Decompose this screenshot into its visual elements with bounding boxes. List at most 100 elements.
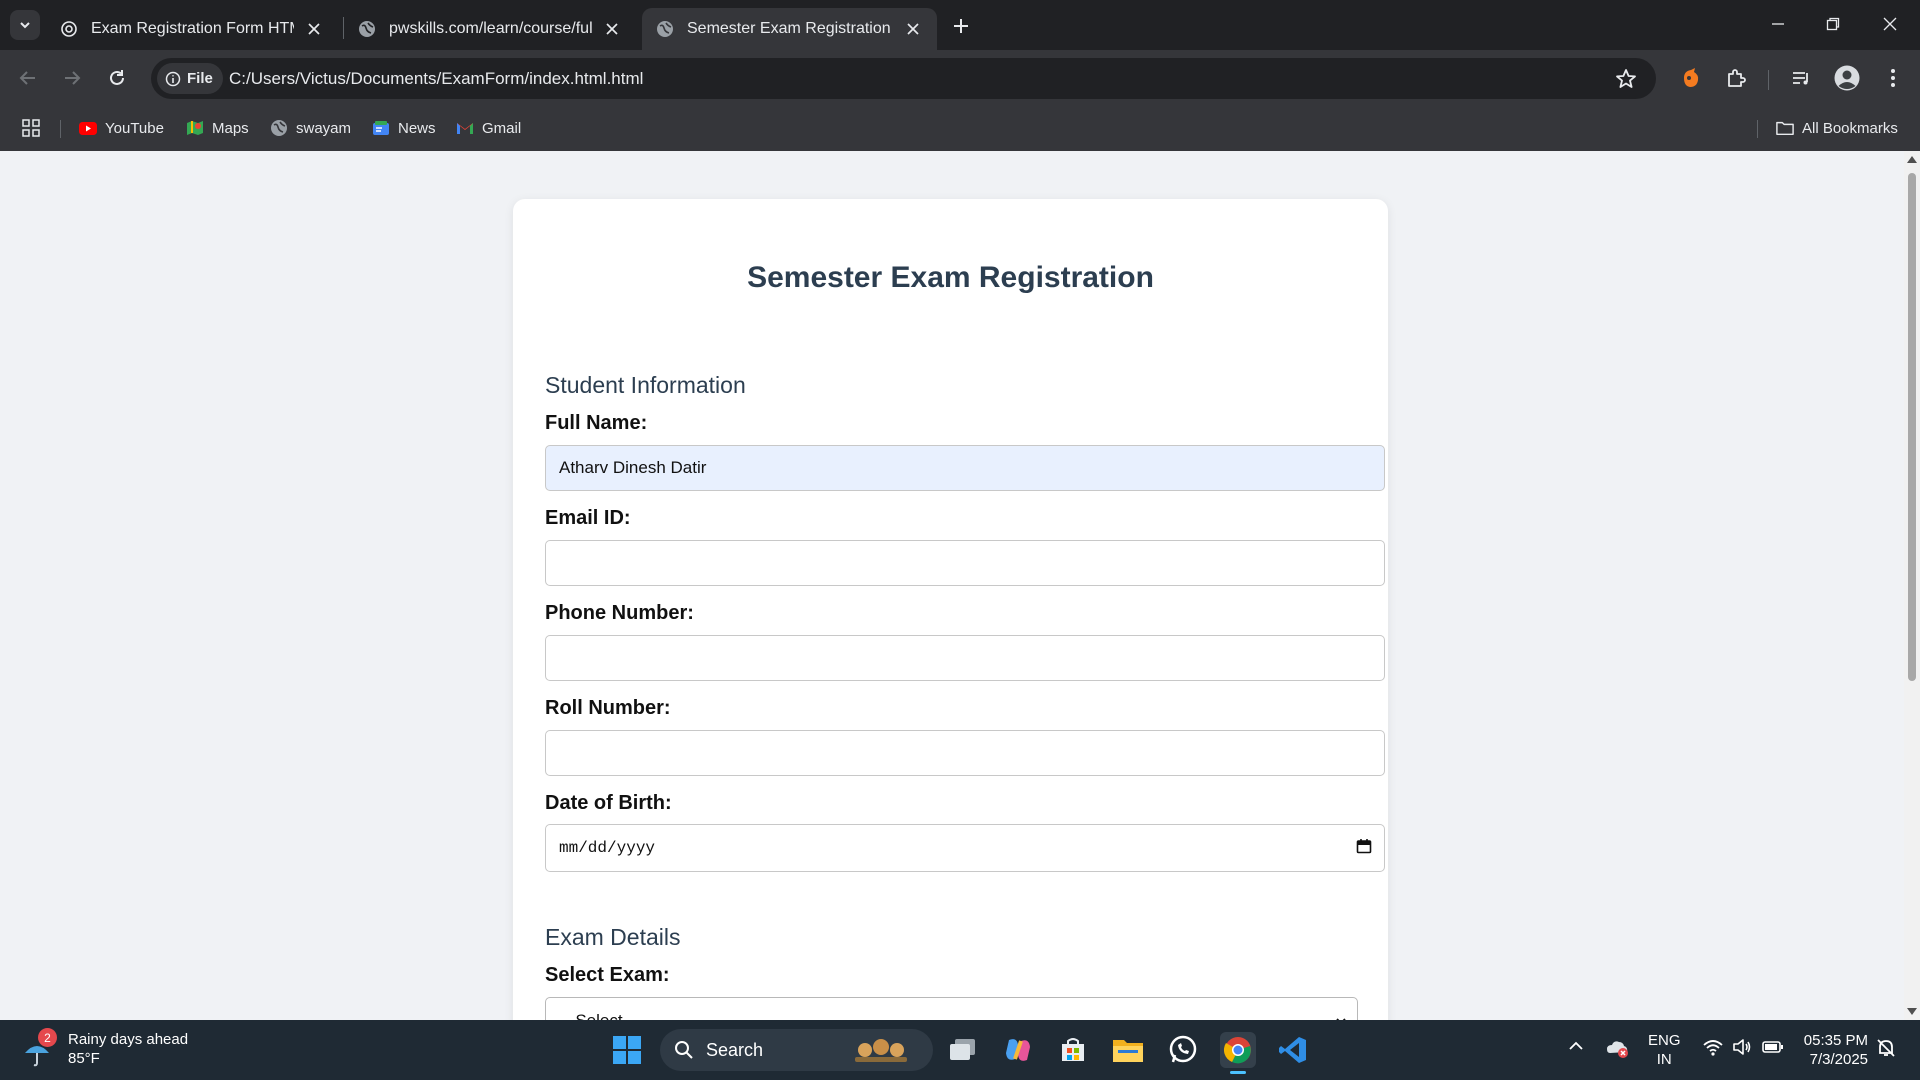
tab-title: pwskills.com/learn/course/full-s: [389, 20, 592, 37]
bookmark-maps[interactable]: Maps: [186, 116, 249, 140]
weather-headline: Rainy days ahead: [68, 1031, 189, 1048]
bookmark-news[interactable]: News: [372, 116, 436, 140]
microsoft-store-button[interactable]: [1055, 1032, 1091, 1068]
page-viewport[interactable]: Semester Exam Registration Student Infor…: [0, 151, 1904, 1020]
close-window-button[interactable]: [1872, 8, 1908, 40]
close-icon[interactable]: [304, 19, 324, 39]
bookmark-gmail[interactable]: Gmail: [456, 116, 521, 140]
notifications-bell-icon[interactable]: [1876, 1038, 1896, 1063]
site-info-chip[interactable]: File: [157, 63, 223, 94]
folder-icon: [1776, 119, 1794, 137]
language-indicator[interactable]: ENG IN: [1648, 1031, 1681, 1069]
exam-select-dropdown[interactable]: --Select--: [545, 997, 1358, 1020]
apps-grid-icon: [22, 119, 40, 137]
taskbar-search-label: Search: [706, 1039, 764, 1060]
bookmark-label: Gmail: [482, 119, 522, 137]
folder-icon: [1113, 1040, 1143, 1062]
arrow-left-icon: [19, 71, 35, 85]
kebab-menu-icon[interactable]: [1879, 64, 1907, 92]
full-name-value: Atharv Dinesh Datir: [559, 458, 707, 477]
select-exam-label: Select Exam:: [545, 964, 670, 986]
forward-button[interactable]: [56, 62, 88, 94]
vscode-button[interactable]: [1275, 1032, 1311, 1068]
tab-strip: Exam Registration Form HTML pwskills.com…: [0, 0, 1920, 50]
exam-details-heading: Exam Details: [545, 924, 681, 950]
weather-badge: 2: [38, 1028, 57, 1047]
minimize-button[interactable]: [1760, 8, 1796, 40]
tab-pwskills[interactable]: pwskills.com/learn/course/full-s: [344, 8, 636, 50]
extensions-puzzle-icon[interactable]: [1722, 64, 1750, 92]
bookmark-swayam[interactable]: swayam: [270, 116, 351, 140]
phone-field[interactable]: [545, 635, 1385, 681]
media-controls-icon[interactable]: [1787, 64, 1815, 92]
address-bar[interactable]: File C:/Users/Victus/Documents/ExamForm/…: [151, 58, 1656, 99]
file-explorer-button[interactable]: [1110, 1032, 1146, 1068]
show-hidden-icons-button[interactable]: [1568, 1038, 1584, 1059]
tab-exam-registration-form-html[interactable]: Exam Registration Form HTML: [46, 8, 338, 50]
full-name-field[interactable]: Atharv Dinesh Datir: [545, 445, 1385, 491]
tab-semester-exam-registration[interactable]: Semester Exam Registration: [642, 8, 937, 50]
youtube-icon: [79, 119, 97, 137]
gmail-icon: [456, 119, 474, 137]
onedrive-error-icon[interactable]: [1606, 1038, 1630, 1063]
reload-icon: [110, 70, 124, 85]
minimize-icon: [1772, 23, 1784, 25]
copilot-icon: [1006, 1039, 1030, 1061]
wifi-icon[interactable]: [1703, 1038, 1723, 1061]
whatsapp-icon: [1169, 1035, 1197, 1063]
calendar-icon[interactable]: [1356, 838, 1372, 859]
page-scrollbar[interactable]: [1904, 151, 1920, 1020]
active-app-indicator: [1230, 1071, 1246, 1074]
plus-icon: [954, 19, 968, 33]
reload-button[interactable]: [101, 62, 133, 94]
language-line-1: ENG: [1648, 1032, 1681, 1049]
copilot-button[interactable]: [1000, 1032, 1036, 1068]
news-icon: [372, 119, 390, 137]
task-view-icon: [950, 1039, 975, 1060]
openai-icon: [60, 20, 78, 38]
url-text[interactable]: C:/Users/Victus/Documents/ExamForm/index…: [229, 69, 643, 89]
umbrella-icon: 2: [22, 1028, 57, 1067]
globe-icon: [358, 20, 376, 38]
task-view-button[interactable]: [945, 1032, 981, 1068]
roll-number-field[interactable]: [545, 730, 1385, 776]
new-tab-button[interactable]: [947, 12, 975, 40]
all-bookmarks-button[interactable]: All Bookmarks: [1776, 116, 1898, 140]
search-icon: [675, 1041, 693, 1059]
taskbar-search[interactable]: Search: [660, 1029, 933, 1071]
chrome-icon: [1223, 1037, 1251, 1064]
start-button[interactable]: [609, 1032, 645, 1068]
volume-icon[interactable]: [1732, 1038, 1752, 1061]
bookmark-star-icon[interactable]: [1614, 67, 1638, 91]
language-line-2: IN: [1656, 1051, 1672, 1068]
email-label: Email ID:: [545, 507, 631, 529]
extension-fox-icon[interactable]: [1677, 64, 1705, 92]
whatsapp-button[interactable]: [1165, 1032, 1201, 1068]
weather-widget[interactable]: 2 Rainy days ahead 85°F: [22, 1028, 189, 1068]
globe-icon: [656, 20, 674, 38]
chrome-taskbar-button[interactable]: [1220, 1032, 1256, 1074]
bookmarks-bar: YouTube Maps swayam News Gmail All Bookm…: [0, 106, 1920, 151]
bookmark-label: News: [398, 119, 436, 137]
tab-search-button[interactable]: [10, 10, 40, 40]
weather-temp: 85°F: [68, 1050, 100, 1067]
system-clock[interactable]: 05:35 PM 7/3/2025: [1800, 1031, 1868, 1069]
dob-date-input[interactable]: mm/dd/yyyy: [545, 824, 1385, 872]
scroll-down-arrow-icon[interactable]: [1907, 1008, 1917, 1015]
tab-title: Semester Exam Registration: [687, 20, 891, 37]
bookmark-youtube[interactable]: YouTube: [79, 116, 164, 140]
exam-select-value: --Select--: [564, 1011, 634, 1020]
restore-button[interactable]: [1815, 8, 1851, 40]
close-icon[interactable]: [602, 19, 622, 39]
globe-icon: [270, 119, 288, 137]
apps-button[interactable]: [22, 116, 40, 140]
close-icon[interactable]: [903, 19, 923, 39]
avatar[interactable]: [1833, 64, 1861, 92]
page-title: Semester Exam Registration: [747, 261, 1154, 294]
battery-icon[interactable]: [1762, 1038, 1784, 1061]
email-field[interactable]: [545, 540, 1385, 586]
scroll-up-arrow-icon[interactable]: [1907, 156, 1917, 163]
site-info-label: File: [187, 70, 213, 87]
back-button[interactable]: [12, 62, 44, 94]
scrollbar-thumb[interactable]: [1908, 173, 1916, 681]
